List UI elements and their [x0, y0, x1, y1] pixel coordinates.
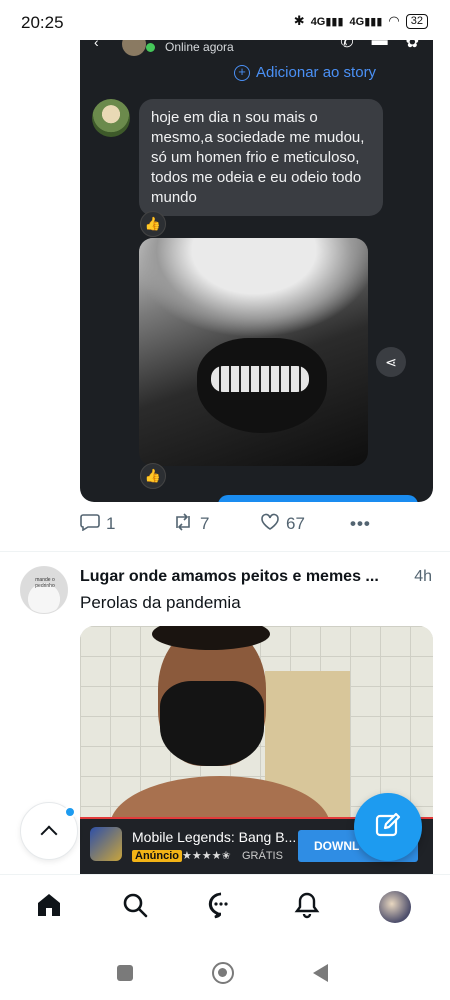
status-icons: ✱ 4G▮▮▮ 4G▮▮▮ ◠ 32	[294, 13, 428, 29]
phone-icon: ✆	[340, 40, 354, 51]
post-timestamp: 4h	[414, 568, 432, 585]
ad-badge: Anúncio	[132, 850, 182, 862]
more-icon: •••	[350, 514, 371, 533]
nav-profile-avatar[interactable]	[379, 891, 411, 923]
search-icon	[121, 891, 149, 924]
chevron-up-icon	[40, 825, 58, 843]
more-options-button[interactable]: •••	[350, 514, 371, 534]
reply-button[interactable]: 1	[80, 513, 115, 536]
back-arrow-icon: ‹	[94, 40, 99, 50]
status-bar: 20:25 ✱ 4G▮▮▮ 4G▮▮▮ ◠ 32	[0, 0, 450, 40]
chat-bubble-icon	[207, 891, 235, 924]
bluetooth-icon: ✱	[293, 13, 305, 28]
repost-button[interactable]: 7	[172, 512, 210, 536]
nav-notifications[interactable]	[291, 891, 323, 923]
signal-icon-2: 4G▮▮▮	[349, 15, 383, 28]
system-nav-bar	[0, 938, 450, 1000]
feed-divider	[0, 551, 450, 552]
chat-header: ‹ Online agora ✆ ▬ ✿	[80, 40, 433, 58]
ad-title: Mobile Legends: Bang B...	[132, 829, 297, 845]
bell-icon	[293, 891, 321, 924]
plus-circle-icon: +	[234, 64, 250, 81]
bottom-nav	[0, 874, 450, 938]
like-button[interactable]: 67	[260, 513, 305, 536]
compose-button[interactable]	[354, 793, 422, 861]
chat-image-masked-character	[139, 238, 368, 466]
nav-messages[interactable]	[205, 891, 237, 923]
share-icon: ⋖	[376, 347, 406, 377]
chat-message-bubble: hoje em dia n sou mais o mesmo,a socieda…	[139, 99, 383, 216]
video-icon: ▬	[371, 40, 388, 49]
online-indicator	[146, 43, 155, 52]
compose-icon	[373, 810, 403, 845]
recent-apps-icon[interactable]	[117, 965, 133, 981]
battery-icon: 32	[405, 13, 428, 29]
sender-avatar	[92, 99, 130, 137]
nav-search[interactable]	[119, 891, 151, 923]
post-media-chat-screenshot[interactable]: ‹ Online agora ✆ ▬ ✿ + Adicionar ao stor…	[80, 40, 433, 502]
chat-header-icons: ✆ ▬ ✿	[340, 40, 419, 52]
thumbs-up-icon: 👍	[140, 463, 166, 489]
nav-home[interactable]	[33, 891, 65, 923]
wifi-icon: ◠	[388, 13, 400, 28]
repost-count: 7	[200, 514, 210, 533]
rating-stars: ★★★★✬	[182, 850, 231, 862]
home-button-icon[interactable]	[212, 962, 234, 984]
heart-icon	[260, 513, 280, 536]
reply-icon	[80, 513, 100, 536]
like-count: 67	[286, 514, 305, 533]
chat-outgoing-bubble	[218, 495, 418, 502]
post-text: Perolas da pandemia	[80, 593, 241, 612]
online-status: Online agora	[165, 40, 234, 54]
status-time: 20:25	[21, 13, 64, 32]
add-to-story: + Adicionar ao story	[234, 64, 376, 81]
thumbs-up-icon: 👍	[140, 211, 166, 237]
back-icon[interactable]	[313, 964, 328, 982]
avatar-caption: mande o pedrinho	[35, 577, 55, 589]
reply-count: 1	[106, 514, 116, 533]
new-posts-indicator	[64, 806, 76, 818]
post-actions: 1 7 67 •••	[80, 512, 380, 536]
signal-icon: 4G▮▮▮	[310, 15, 344, 28]
ad-price: GRÁTIS	[242, 850, 283, 862]
repost-icon	[172, 512, 194, 536]
avatar[interactable]: mande o pedrinho	[20, 566, 68, 614]
game-app-icon	[90, 827, 122, 861]
post-author-name[interactable]: Lugar onde amamos peitos e memes ...	[80, 568, 400, 586]
add-story-label: Adicionar ao story	[256, 64, 377, 81]
gear-icon: ✿	[405, 40, 419, 51]
home-icon	[35, 891, 63, 924]
chat-contact-avatar	[122, 40, 146, 56]
